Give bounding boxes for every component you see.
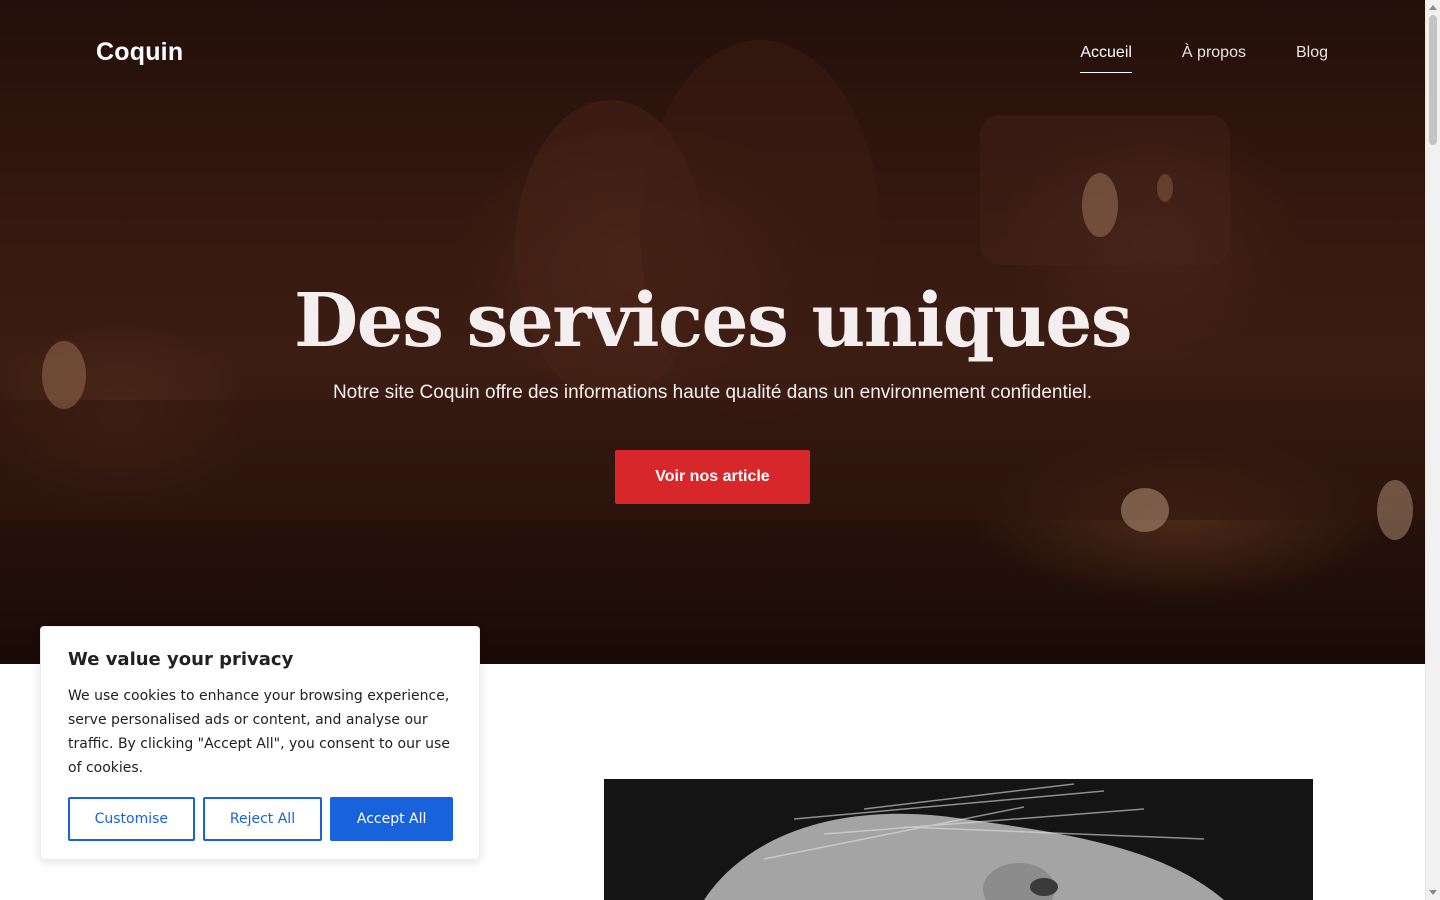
page-scrollbar[interactable]	[1425, 0, 1440, 900]
main-nav: Accueil À propos Blog	[1080, 44, 1328, 73]
view-articles-button[interactable]: Voir nos article	[615, 450, 810, 504]
cookie-banner-actions: Customise Reject All Accept All	[68, 797, 453, 841]
hero-subtitle: Notre site Coquin offre des informations…	[332, 382, 1093, 403]
reject-all-button[interactable]: Reject All	[202, 797, 323, 841]
article-photo-art	[604, 779, 1313, 900]
nav-link-blog[interactable]: Blog	[1296, 44, 1328, 73]
hero-section: Coquin Accueil À propos Blog Des service…	[0, 0, 1425, 664]
cookie-banner-text: We use cookies to enhance your browsing …	[68, 688, 450, 776]
cookie-consent-banner: We value your privacy We use cookies to …	[40, 626, 480, 860]
article-photo	[604, 779, 1313, 900]
accept-all-button[interactable]: Accept All	[330, 797, 453, 841]
customise-button[interactable]: Customise	[68, 797, 195, 841]
cookie-banner-title: We value your privacy	[68, 649, 294, 670]
site-logo[interactable]: Coquin	[96, 38, 183, 67]
scrollbar-thumb[interactable]	[1429, 15, 1437, 145]
nav-link-accueil[interactable]: Accueil	[1080, 44, 1132, 73]
scroll-down-arrow-icon[interactable]	[1429, 890, 1437, 895]
nav-link-a-propos[interactable]: À propos	[1182, 44, 1246, 73]
scroll-up-arrow-icon[interactable]	[1429, 5, 1437, 10]
hero-title: Des services uniques	[293, 278, 1133, 364]
